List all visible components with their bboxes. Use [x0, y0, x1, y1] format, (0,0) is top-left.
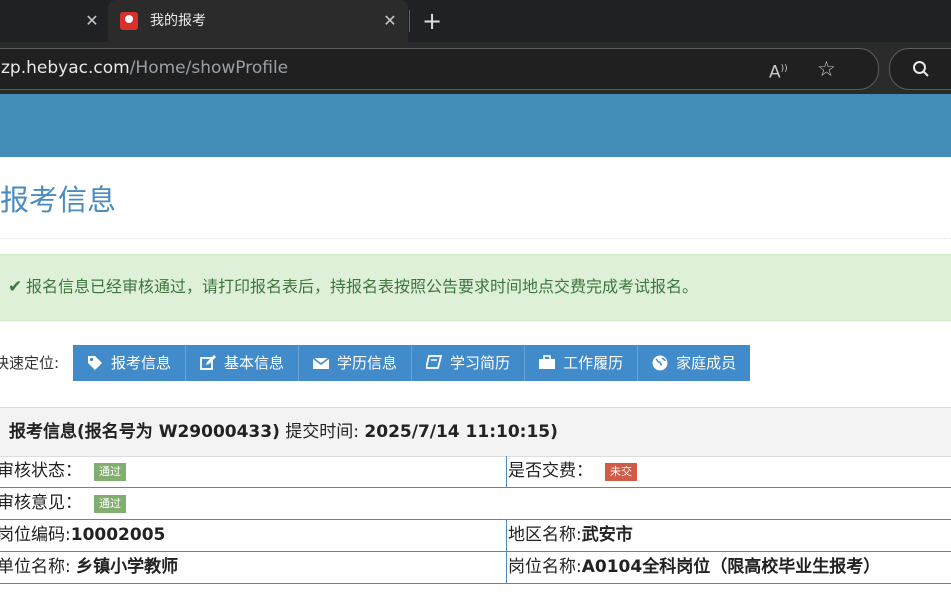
review-opinion-badge: 通过 [94, 495, 126, 513]
quick-nav-family-members[interactable]: 家庭成员 [638, 345, 751, 381]
alert-message: 报名信息已经审核通过，请打印报名表后，持报名表按照公告要求时间地点交费完成考试报… [26, 277, 699, 296]
quick-nav-label: 快速定位: [0, 354, 60, 372]
review-status-label: 审核状态： [0, 461, 82, 481]
browser-toolbar: zp.hebyac.com/Home/showProfile A)) ☆ [0, 42, 951, 94]
quick-nav-application-info[interactable]: 报考信息 [73, 345, 187, 381]
column-divider [506, 520, 507, 551]
fee-status-cell: 是否交费： 未交 [508, 456, 637, 487]
close-tab-icon[interactable]: ✕ [380, 11, 400, 31]
url-host: zp.hebyac.com [1, 58, 130, 78]
quick-nav-buttons: 报考信息 基本信息 学历信息 学习简历 工作履历 家庭成员 [73, 345, 751, 381]
post-code-cell: 岗位编码:10002005 [0, 520, 165, 551]
region-value: 武安市 [581, 525, 633, 545]
active-tab[interactable]: 我的报考 ✕ [108, 0, 408, 42]
title-divider [0, 238, 951, 239]
envelope-icon [313, 357, 330, 369]
new-tab-icon[interactable]: + [420, 9, 444, 33]
url-path: /Home/showProfile [129, 58, 289, 78]
post-code-value: 10002005 [70, 525, 166, 545]
section-prefix: 报考信息(报名号为 [9, 422, 159, 442]
fee-status-label: 是否交费： [508, 461, 593, 481]
search-icon [913, 61, 929, 77]
submit-time-label: 提交时间: [279, 422, 365, 442]
edit-icon [200, 355, 217, 370]
tab-title: 我的报考 [150, 13, 206, 29]
favorite-star-icon[interactable]: ☆ [817, 58, 839, 80]
table-row: 岗位编码:10002005 地区名称:武安市 [0, 520, 951, 552]
unit-name-value: 乡镇小学教师 [76, 557, 179, 577]
page-title: 报考信息 [0, 183, 117, 217]
region-label: 地区名称: [508, 525, 582, 545]
unit-name-label: 单位名称: [0, 557, 77, 577]
success-alert: ✔ 报名信息已经审核通过，请打印报名表后，持报名表按照公告要求时间地点交费完成考… [0, 254, 951, 321]
table-row: 审核意见： 通过 [0, 488, 951, 520]
quick-nav-education-info[interactable]: 学历信息 [299, 345, 413, 381]
read-aloud-icon[interactable]: A)) [769, 58, 791, 83]
section-suffix: ) [272, 422, 280, 442]
section-title: 报考信息(报名号为 W29000433) 提交时间: 2025/7/14 11:… [9, 421, 558, 443]
site-header-banner [0, 94, 951, 157]
post-code-label: 岗位编码: [0, 525, 71, 545]
tab-separator [409, 10, 410, 32]
table-row: 单位名称: 乡镇小学教师 岗位名称:A0104全科岗位（限高校毕业生报考） [0, 552, 951, 584]
review-opinion-label: 审核意见： [0, 493, 82, 513]
review-opinion-cell: 审核意见： 通过 [0, 488, 126, 519]
post-name-value: A0104全科岗位（限高校毕业生报考） [581, 557, 881, 577]
address-url[interactable]: zp.hebyac.com/Home/showProfile [1, 57, 288, 79]
previous-tab[interactable]: ✕ [0, 0, 108, 42]
quick-nav-basic-info[interactable]: 基本信息 [186, 345, 300, 381]
search-button[interactable] [889, 48, 951, 90]
quick-nav-label-text: 家庭成员 [676, 354, 737, 372]
submit-time-value: 2025/7/14 11:10:15) [364, 422, 558, 442]
review-status-cell: 审核状态： 通过 [0, 456, 126, 487]
address-bar[interactable]: zp.hebyac.com/Home/showProfile A)) ☆ [0, 48, 879, 90]
unit-name-cell: 单位名称: 乡镇小学教师 [0, 552, 178, 583]
table-row: 审核状态： 通过 是否交费： 未交 [0, 456, 951, 488]
registration-number: W29000433 [158, 422, 273, 442]
review-status-badge: 通过 [94, 463, 126, 481]
site-favicon-icon [120, 12, 138, 30]
quick-nav-label-text: 基本信息 [224, 354, 285, 372]
column-divider [506, 552, 507, 583]
column-divider [506, 456, 507, 487]
tag-icon [88, 356, 102, 370]
browser-tab-strip: ✕ 我的报考 ✕ + [0, 0, 951, 42]
fee-status-badge: 未交 [605, 463, 637, 481]
book-icon [426, 355, 443, 369]
quick-nav-label-text: 工作履历 [563, 354, 624, 372]
quick-nav-label-text: 学习简历 [450, 354, 511, 372]
quick-nav-label-text: 报考信息 [111, 354, 172, 372]
briefcase-icon [539, 355, 556, 369]
post-name-cell: 岗位名称:A0104全科岗位（限高校毕业生报考） [508, 552, 880, 583]
post-name-label: 岗位名称: [508, 557, 582, 577]
section-header: 报考信息(报名号为 W29000433) 提交时间: 2025/7/14 11:… [0, 407, 951, 457]
quick-nav-work-history[interactable]: 工作履历 [525, 345, 639, 381]
quick-nav-label-text: 学历信息 [337, 354, 398, 372]
quick-nav-study-resume[interactable]: 学习简历 [412, 345, 526, 381]
globe-icon [652, 355, 668, 371]
close-tab-icon[interactable]: ✕ [82, 11, 102, 31]
check-icon: ✔ [8, 277, 23, 297]
region-cell: 地区名称:武安市 [508, 520, 633, 551]
